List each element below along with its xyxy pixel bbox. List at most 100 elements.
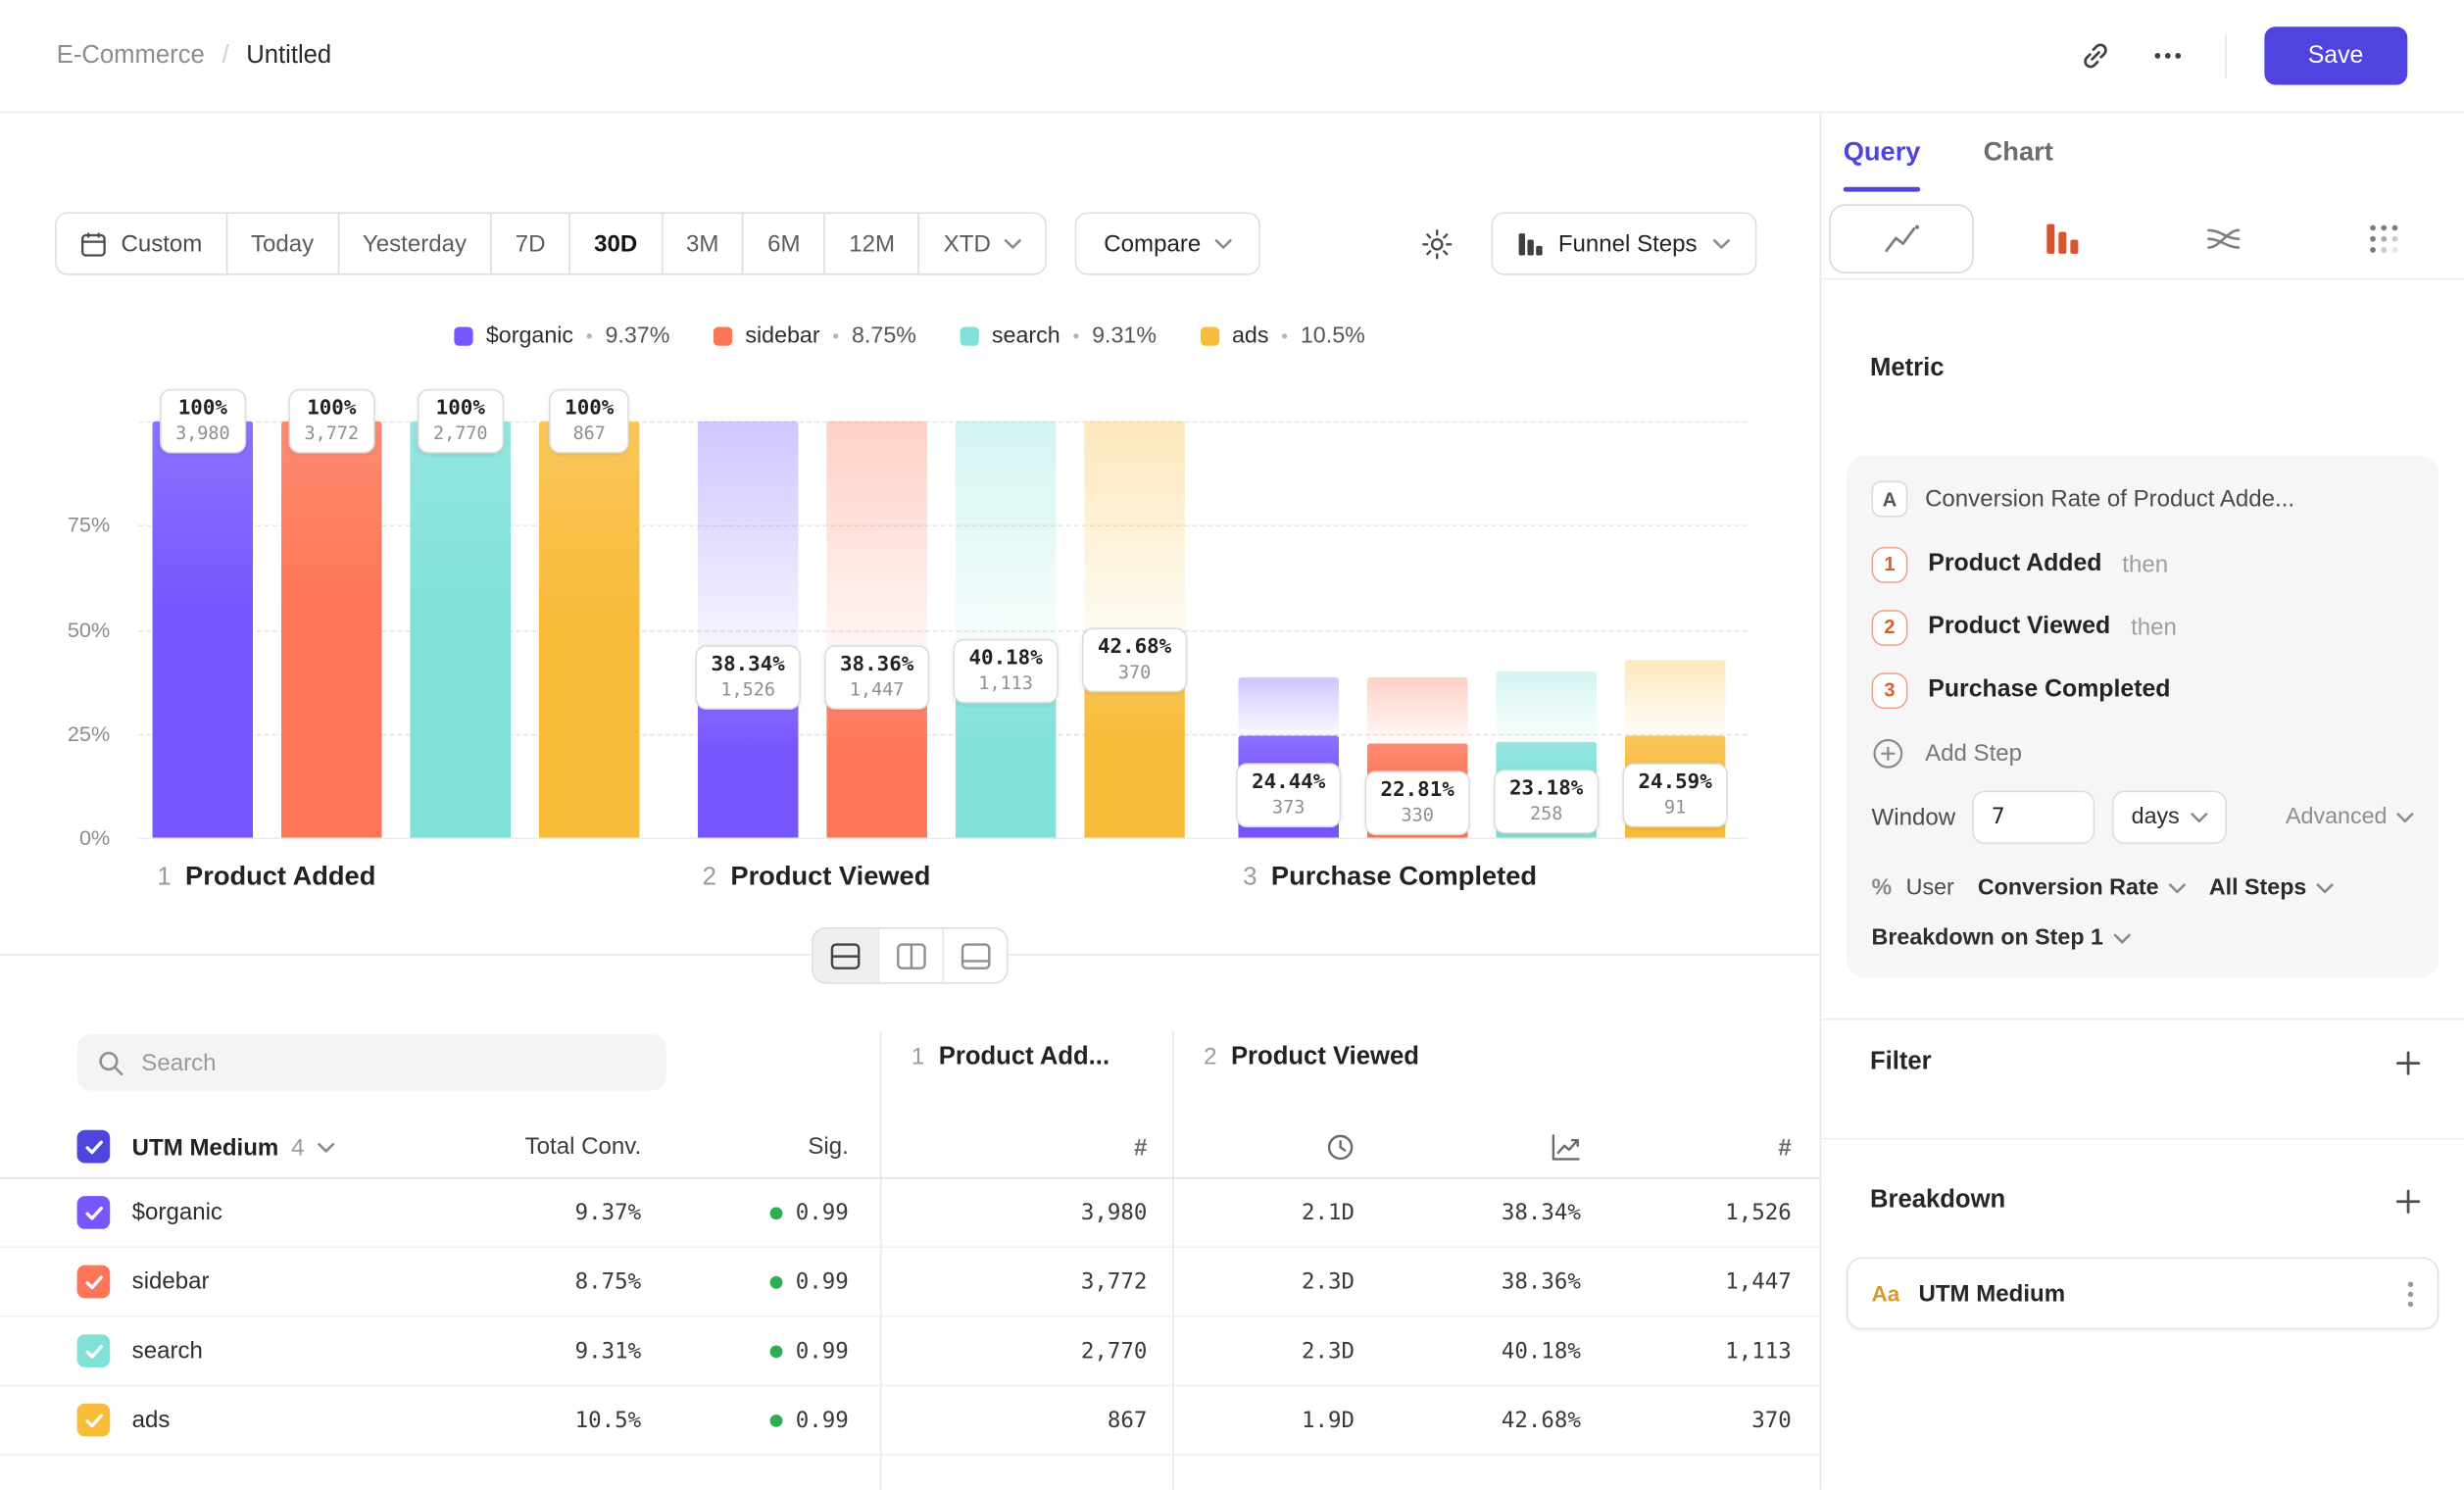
avg-time-icon [1326, 1133, 1355, 1162]
table-row[interactable]: sidebar8.75%0.993,7722.3D38.36%1,447 [0, 1248, 1820, 1317]
step1-count-cell: 3,980 [1081, 1178, 1148, 1248]
table-row[interactable]: search9.31%0.992,7702.3D40.18%1,113 [0, 1317, 1820, 1387]
legend-item-sidebar[interactable]: sidebar•8.75% [714, 323, 916, 349]
measure-scope-label: All Steps [2209, 875, 2306, 901]
property-type-badge: Aa [1872, 1281, 1900, 1307]
total-conv-cell: 9.31% [575, 1317, 642, 1387]
breadcrumb-parent[interactable]: E-Commerce [57, 41, 205, 70]
funnel-bar[interactable] [410, 422, 511, 838]
conversion-window-row: Window days Advanced [1872, 790, 2414, 844]
metric-step[interactable]: 1Product Addedthen [1872, 533, 2414, 596]
date-range-label: 6M [767, 230, 800, 257]
sig-cell: 0.99 [770, 1248, 849, 1317]
funnel-bar[interactable] [281, 422, 382, 838]
chart-settings-button[interactable] [1405, 212, 1468, 274]
kebab-menu-icon[interactable] [2407, 1280, 2413, 1307]
date-range-custom[interactable]: Custom [55, 212, 227, 274]
panel-bottom-view-button[interactable] [942, 929, 1007, 983]
legend-separator: • [1281, 325, 1288, 347]
tab-chart[interactable]: Chart [1984, 113, 2053, 191]
measure-entity-label[interactable]: User [1906, 875, 1954, 901]
trend-icon[interactable] [1551, 1116, 1580, 1178]
row-checkbox[interactable] [77, 1404, 111, 1437]
row-checkbox[interactable] [77, 1196, 111, 1229]
sig-column-header[interactable]: Sig. [808, 1116, 848, 1178]
group-by-select[interactable]: UTM Medium 4 [132, 1116, 334, 1178]
metric-step[interactable]: 3Purchase Completed [1872, 659, 2414, 721]
select-all-checkbox[interactable] [77, 1130, 111, 1164]
table-row[interactable]: $organic9.37%0.993,9802.1D38.34%1,526 [0, 1178, 1820, 1248]
advanced-options-button[interactable]: Advanced [2286, 805, 2414, 830]
date-range-30d[interactable]: 30D [569, 212, 663, 274]
breadcrumb-current[interactable]: Untitled [246, 41, 331, 70]
legend-item-search[interactable]: search•9.31% [961, 323, 1157, 349]
window-unit-label: days [2132, 805, 2180, 830]
legend-item-organic[interactable]: $organic•9.37% [455, 323, 670, 349]
chevron-down-icon [2191, 812, 2208, 822]
row-label: ads [132, 1386, 171, 1456]
table-rows: $organic9.37%0.993,9802.1D38.34%1,526sid… [0, 1178, 1820, 1455]
date-range-12m[interactable]: 12M [824, 212, 920, 274]
total-conv-column-header[interactable]: Total Conv. [525, 1116, 642, 1178]
step1-count-cell: 3,772 [1081, 1248, 1148, 1317]
legend-series-rate: 10.5% [1301, 323, 1365, 349]
split-horizontal-view-button[interactable] [813, 929, 878, 983]
step-number-badge: 2 [1872, 609, 1908, 645]
count-icon[interactable]: # [1134, 1116, 1147, 1178]
date-range-3m[interactable]: 3M [661, 212, 744, 274]
breakdown-section-header: Breakdown [1870, 1169, 2422, 1232]
funnel-bar[interactable] [153, 422, 254, 838]
breakdown-on-step-select[interactable]: Breakdown on Step 1 [1872, 925, 2132, 951]
insights-tab[interactable] [1821, 198, 1982, 278]
measure-metric-select[interactable]: Conversion Rate [1978, 875, 2186, 901]
bar-count: 370 [1098, 661, 1171, 682]
y-axis-tick: 25% [25, 721, 111, 745]
date-range-today[interactable]: Today [225, 212, 338, 274]
avg-time-icon[interactable] [1326, 1116, 1355, 1178]
row-checkbox[interactable] [77, 1334, 111, 1367]
search-input[interactable] [141, 1049, 646, 1075]
group-count: 4 [291, 1134, 304, 1161]
plus-icon [2394, 1187, 2421, 1214]
copy-link-button[interactable] [2067, 27, 2124, 84]
retention-tab[interactable] [2303, 198, 2464, 278]
metric-step[interactable]: 2Product Viewedthen [1872, 596, 2414, 659]
date-range-xtd[interactable]: XTD [918, 212, 1047, 274]
metric-title[interactable]: Conversion Rate of Product Adde... [1925, 485, 2414, 512]
flows-tab[interactable] [2143, 198, 2303, 278]
table-row[interactable]: ads10.5%0.998671.9D42.68%370 [0, 1386, 1820, 1456]
save-button[interactable]: Save [2264, 26, 2407, 84]
chevron-down-icon [2114, 933, 2132, 944]
compare-button[interactable]: Compare [1075, 212, 1260, 274]
window-value-input[interactable] [1973, 790, 2095, 844]
sig-dot [770, 1207, 783, 1219]
funnel-tab[interactable] [1982, 198, 2143, 278]
date-range-yesterday[interactable]: Yesterday [337, 212, 491, 274]
step-number: 3 [1243, 865, 1257, 893]
breakdown-item[interactable]: AaUTM Medium [1847, 1258, 2439, 1330]
row-checkbox[interactable] [77, 1266, 111, 1299]
step1-count-cell: 867 [1108, 1386, 1148, 1456]
bar-pct: 42.68% [1098, 635, 1171, 659]
window-unit-select[interactable]: days [2112, 790, 2226, 844]
table-search [77, 1034, 666, 1091]
funnel-mini-icon [1517, 231, 1543, 255]
tab-query[interactable]: Query [1844, 113, 1921, 191]
split-vertical-view-button[interactable] [877, 929, 942, 983]
count-icon[interactable]: # [1778, 1116, 1791, 1178]
legend-swatch [714, 326, 732, 345]
date-range-7d[interactable]: 7D [490, 212, 570, 274]
date-range-6m[interactable]: 6M [742, 212, 825, 274]
funnel-bar[interactable] [539, 422, 640, 838]
split-vertical-icon [896, 942, 925, 968]
date-range-label: XTD [944, 230, 991, 257]
chart-type-select[interactable]: Funnel Steps [1491, 212, 1757, 274]
legend-item-ads[interactable]: ads•10.5% [1201, 323, 1365, 349]
add-step-button[interactable]: Add Step [1872, 721, 2414, 784]
measure-scope-select[interactable]: All Steps [2209, 875, 2334, 901]
panel-tabs: Query Chart [1844, 113, 2053, 191]
bar-value-label: 100%2,770 [418, 389, 504, 454]
more-options-button[interactable] [2140, 27, 2196, 84]
add-filter-button[interactable] [2394, 1049, 2421, 1075]
add-breakdown-button[interactable] [2394, 1187, 2421, 1214]
